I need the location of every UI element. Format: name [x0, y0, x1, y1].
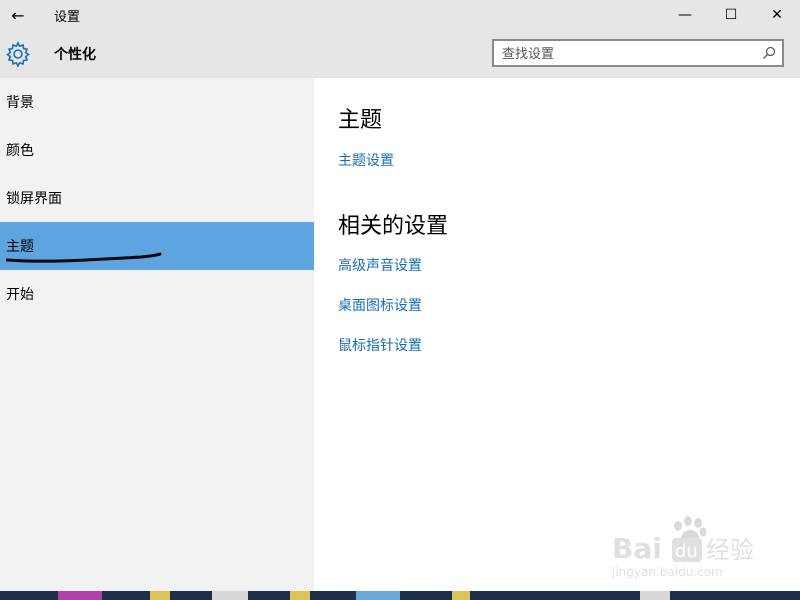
mouse-pointer-settings-link[interactable]: 鼠标指针设置 [338, 335, 422, 355]
sidebar-item-label: 背景 [6, 95, 34, 111]
taskbar-app-icon[interactable] [452, 591, 470, 600]
svg-text:经验: 经验 [706, 536, 754, 564]
window-title: 设置 [54, 10, 81, 25]
svg-text:Bai: Bai [612, 532, 662, 565]
sidebar-item-background[interactable]: 背景 [0, 78, 314, 126]
taskbar-app-icon[interactable] [290, 591, 310, 600]
sidebar-item-label: 颜色 [6, 143, 34, 159]
close-button[interactable]: ✕ [754, 0, 800, 30]
back-arrow-icon: ← [11, 5, 25, 25]
advanced-sound-settings-link[interactable]: 高级声音设置 [338, 255, 422, 275]
minimize-icon: — [678, 7, 692, 23]
maximize-button[interactable]: ☐ [708, 0, 754, 30]
sidebar-item-colors[interactable]: 颜色 [0, 126, 314, 174]
maximize-icon: ☐ [724, 7, 738, 23]
taskbar-app-icon[interactable] [212, 591, 248, 600]
taskbar-app-icon[interactable] [58, 591, 102, 600]
sidebar-item-start[interactable]: 开始 [0, 270, 314, 318]
search-input[interactable] [502, 44, 752, 64]
sidebar: 背景 颜色 锁屏界面 主题 开始 [0, 78, 314, 600]
back-button[interactable]: ← [0, 0, 36, 30]
sidebar-item-lock-screen[interactable]: 锁屏界面 [0, 174, 314, 222]
theme-settings-link[interactable]: 主题设置 [338, 150, 394, 170]
hand-drawn-underline [6, 252, 162, 263]
taskbar [0, 591, 800, 600]
search-icon[interactable] [762, 46, 776, 60]
section-heading-themes: 主题 [338, 108, 383, 133]
gear-icon [6, 41, 30, 67]
section-heading-related-settings: 相关的设置 [338, 214, 449, 239]
sidebar-item-label: 锁屏界面 [6, 191, 62, 207]
search-box[interactable] [492, 39, 784, 67]
svg-text:jingyan.baidu.com: jingyan.baidu.com [611, 565, 723, 579]
title-bar: ← 设置 — ☐ ✕ [0, 0, 800, 30]
close-icon: ✕ [771, 7, 783, 23]
minimize-button[interactable]: — [662, 0, 708, 30]
page-header: 个性化 [0, 30, 800, 78]
taskbar-app-icon[interactable] [356, 591, 400, 600]
sidebar-item-label: 开始 [6, 287, 34, 303]
taskbar-app-icon[interactable] [150, 591, 170, 600]
sidebar-item-themes[interactable]: 主题 [0, 222, 314, 270]
baidu-jingyan-watermark: Bai du 经验 jingyan.baidu.com [611, 516, 754, 579]
svg-text:du: du [675, 541, 698, 562]
taskbar-app-icon[interactable] [640, 591, 670, 600]
page-title: 个性化 [54, 47, 96, 63]
desktop-icon-settings-link[interactable]: 桌面图标设置 [338, 295, 422, 315]
